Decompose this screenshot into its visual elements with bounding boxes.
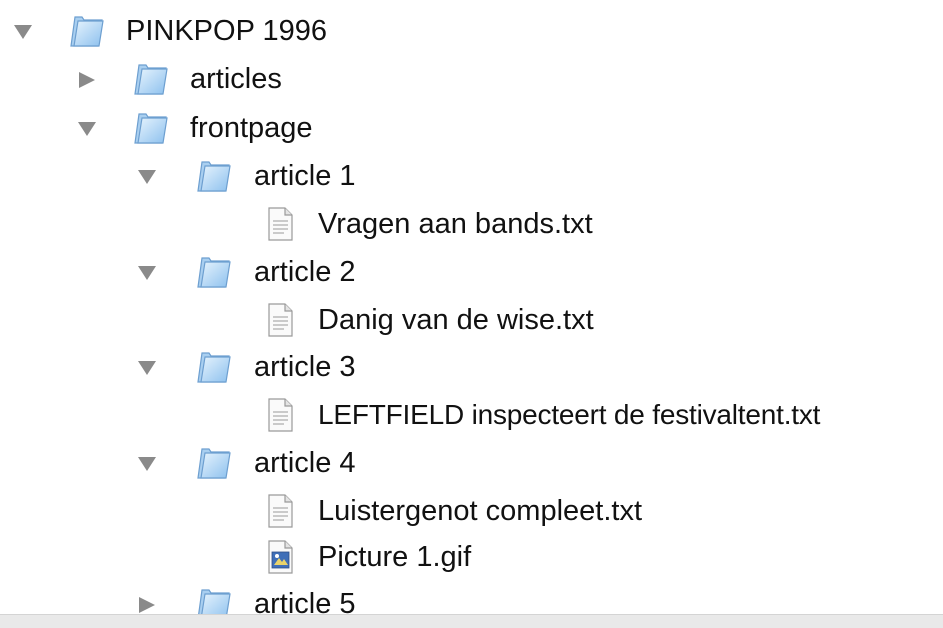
file-label: Danig van de wise.txt: [318, 304, 594, 336]
folder-label: frontpage: [190, 112, 313, 144]
expanded-triangle-icon[interactable]: [76, 119, 98, 139]
file-label: Vragen aan bands.txt: [318, 208, 593, 240]
collapsed-triangle-icon[interactable]: [136, 595, 158, 615]
expanded-triangle-icon[interactable]: [136, 263, 158, 283]
text-file-icon: [260, 302, 300, 338]
tree-row-file[interactable]: Vragen aan bands.txt: [0, 201, 943, 247]
folder-label: PINKPOP 1996: [126, 15, 327, 47]
expanded-triangle-icon[interactable]: [136, 167, 158, 187]
tree-row-article-3[interactable]: article 3: [0, 344, 943, 390]
tree-row-article-1[interactable]: article 1: [0, 153, 943, 199]
folder-icon: [193, 445, 233, 481]
folder-icon: [130, 110, 170, 146]
folder-label: article 1: [254, 160, 356, 192]
file-label: Luistergenot compleet.txt: [318, 495, 643, 527]
folder-label: article 2: [254, 256, 356, 288]
folder-label: article 4: [254, 447, 356, 479]
tree-row-file[interactable]: Luistergenot compleet.txt: [0, 488, 943, 534]
collapsed-triangle-icon[interactable]: [76, 70, 98, 90]
expanded-triangle-icon[interactable]: [136, 358, 158, 378]
folder-icon: [193, 349, 233, 385]
image-file-icon: [260, 539, 300, 575]
folder-label: articles: [190, 63, 282, 95]
tree-row-frontpage[interactable]: frontpage: [0, 105, 943, 151]
tree-row-file[interactable]: LEFTFIELD inspecteert de festivaltent.tx…: [0, 392, 943, 438]
text-file-icon: [260, 397, 300, 433]
folder-icon: [193, 254, 233, 290]
tree-row-file[interactable]: Danig van de wise.txt: [0, 297, 943, 343]
folder-icon: [130, 61, 170, 97]
tree-row-article-2[interactable]: article 2: [0, 249, 943, 295]
tree-row-file[interactable]: Picture 1.gif: [0, 534, 943, 580]
text-file-icon: [260, 206, 300, 242]
bottom-bar: [0, 614, 943, 628]
tree-row-pinkpop-1996[interactable]: PINKPOP 1996: [0, 8, 943, 54]
file-label: Picture 1.gif: [318, 541, 472, 573]
tree-row-article-4[interactable]: article 4: [0, 440, 943, 486]
folder-icon: [66, 13, 106, 49]
expanded-triangle-icon[interactable]: [136, 454, 158, 474]
text-file-icon: [260, 493, 300, 529]
file-tree: PINKPOP 1996 articles frontpage article …: [0, 0, 943, 628]
tree-row-articles[interactable]: articles: [0, 56, 943, 102]
folder-icon: [193, 158, 233, 194]
expanded-triangle-icon[interactable]: [12, 22, 34, 42]
file-label: LEFTFIELD inspecteert de festivaltent.tx…: [318, 399, 821, 430]
folder-label: article 3: [254, 351, 356, 383]
